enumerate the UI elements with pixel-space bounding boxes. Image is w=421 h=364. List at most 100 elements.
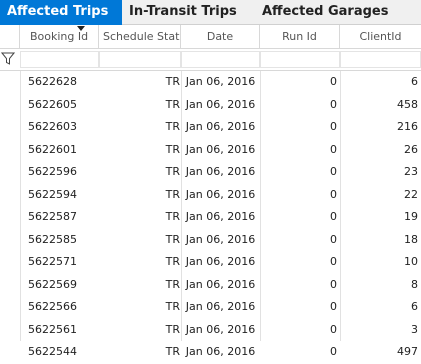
cell-booking-id: 5622544 bbox=[28, 345, 77, 358]
affected-trips-grid: Booking Id Schedule Status Date Run Id C… bbox=[0, 25, 421, 358]
tab-bar: Affected Trips In-Transit Trips Affected… bbox=[0, 0, 421, 25]
cell-date: Jan 06, 2016 bbox=[185, 345, 256, 358]
cell-schedule-status: TR bbox=[165, 142, 180, 156]
cell-client-id: 458 bbox=[397, 97, 418, 111]
cell-run-id: 0 bbox=[330, 277, 337, 291]
sort-descending-icon bbox=[77, 26, 85, 31]
cell-schedule-status: TR bbox=[165, 345, 180, 358]
cell-client-id: 23 bbox=[404, 165, 418, 178]
cell-run-id: 0 bbox=[330, 97, 337, 111]
cell-schedule-status: TR bbox=[165, 277, 180, 291]
column-header-label: Date bbox=[206, 30, 234, 43]
table-row[interactable]: 5622594 TR Jan 06, 2016 0 22 bbox=[0, 184, 421, 207]
cell-booking-id: 5622603 bbox=[28, 120, 77, 133]
cell-booking-id: 5622605 bbox=[28, 97, 77, 111]
filter-row bbox=[0, 49, 421, 71]
grid-body: 5622628 TR Jan 06, 2016 0 6 5622605 TR Jan 06, … bbox=[0, 71, 421, 364]
column-header-booking-id[interactable]: Booking Id bbox=[20, 25, 99, 49]
header-spacer bbox=[0, 25, 20, 49]
cell-date: Jan 06, 2016 bbox=[185, 97, 256, 111]
cell-client-id: 26 bbox=[404, 142, 418, 156]
cell-run-id: 0 bbox=[330, 75, 337, 88]
cell-client-id: 22 bbox=[404, 187, 418, 201]
column-header-run-id[interactable]: Run Id bbox=[260, 25, 340, 49]
cell-client-id: 6 bbox=[411, 300, 418, 313]
filter-icon[interactable] bbox=[1, 52, 15, 66]
grid-header: Booking Id Schedule Status Date Run Id C… bbox=[0, 25, 421, 49]
cell-date: Jan 06, 2016 bbox=[185, 277, 256, 291]
cell-schedule-status: TR bbox=[165, 232, 180, 246]
table-row[interactable]: 5622596 TR Jan 06, 2016 0 23 bbox=[0, 161, 421, 184]
cell-date: Jan 06, 2016 bbox=[185, 300, 256, 313]
tab-label: Affected Trips bbox=[7, 4, 109, 19]
filter-input-schedule-status[interactable] bbox=[99, 51, 181, 68]
cell-run-id: 0 bbox=[330, 165, 337, 178]
cell-run-id: 0 bbox=[330, 120, 337, 133]
table-row[interactable]: 5622628 TR Jan 06, 2016 0 6 bbox=[0, 71, 421, 94]
table-row[interactable]: 5622585 TR Jan 06, 2016 0 18 bbox=[0, 229, 421, 252]
table-row[interactable]: 5622587 TR Jan 06, 2016 0 19 bbox=[0, 206, 421, 229]
cell-schedule-status: TR bbox=[165, 75, 180, 88]
cell-run-id: 0 bbox=[330, 255, 337, 268]
cell-date: Jan 06, 2016 bbox=[185, 232, 256, 246]
cell-booking-id: 5622596 bbox=[28, 165, 77, 178]
tab-affected-trips[interactable]: Affected Trips bbox=[0, 0, 122, 25]
table-row[interactable]: 5622571 TR Jan 06, 2016 0 10 bbox=[0, 251, 421, 274]
cell-schedule-status: TR bbox=[165, 255, 180, 268]
column-header-date[interactable]: Date bbox=[181, 25, 260, 49]
column-header-client-id[interactable]: ClientId bbox=[340, 25, 421, 49]
table-row[interactable]: 5622569 TR Jan 06, 2016 0 8 bbox=[0, 274, 421, 297]
cell-schedule-status: TR bbox=[165, 300, 180, 313]
filter-input-client-id[interactable] bbox=[340, 51, 421, 68]
cell-client-id: 6 bbox=[411, 75, 418, 88]
cell-run-id: 0 bbox=[330, 210, 337, 223]
table-row[interactable]: 5622601 TR Jan 06, 2016 0 26 bbox=[0, 139, 421, 162]
cell-schedule-status: TR bbox=[165, 97, 180, 111]
cell-client-id: 8 bbox=[411, 277, 418, 291]
column-header-label: Run Id bbox=[282, 30, 317, 43]
cell-run-id: 0 bbox=[330, 142, 337, 156]
cell-client-id: 497 bbox=[397, 345, 418, 358]
cell-schedule-status: TR bbox=[165, 210, 180, 223]
cell-client-id: 10 bbox=[404, 255, 418, 268]
column-header-label: Booking Id bbox=[29, 30, 89, 43]
tab-affected-garages[interactable]: Affected Garages bbox=[256, 0, 406, 25]
table-row[interactable]: 5622603 TR Jan 06, 2016 0 216 bbox=[0, 116, 421, 139]
cell-schedule-status: TR bbox=[165, 120, 180, 133]
cell-date: Jan 06, 2016 bbox=[185, 255, 256, 268]
cell-booking-id: 5622566 bbox=[28, 300, 77, 313]
column-header-schedule-status[interactable]: Schedule Status bbox=[99, 25, 181, 49]
cell-date: Jan 06, 2016 bbox=[185, 75, 256, 88]
filter-input-date[interactable] bbox=[181, 51, 260, 68]
cell-run-id: 0 bbox=[330, 232, 337, 246]
cell-booking-id: 5622569 bbox=[28, 277, 77, 291]
filter-input-run-id[interactable] bbox=[260, 51, 340, 68]
cell-date: Jan 06, 2016 bbox=[185, 187, 256, 201]
cell-booking-id: 5622628 bbox=[28, 75, 77, 88]
tab-in-transit-trips[interactable]: In-Transit Trips bbox=[122, 0, 250, 25]
cell-date: Jan 06, 2016 bbox=[185, 120, 256, 133]
cell-client-id: 18 bbox=[404, 232, 418, 246]
filter-input-booking-id[interactable] bbox=[20, 51, 99, 68]
cell-date: Jan 06, 2016 bbox=[185, 165, 256, 178]
table-row[interactable]: 5622566 TR Jan 06, 2016 0 6 bbox=[0, 296, 421, 319]
cell-client-id: 19 bbox=[404, 210, 418, 223]
cell-run-id: 0 bbox=[330, 187, 337, 201]
cell-run-id: 0 bbox=[330, 322, 337, 336]
cell-booking-id: 5622571 bbox=[28, 255, 77, 268]
tab-label: Affected Garages bbox=[262, 4, 389, 19]
table-row[interactable]: 5622544 TR Jan 06, 2016 0 497 bbox=[0, 341, 421, 364]
tab-label: In-Transit Trips bbox=[129, 4, 237, 19]
table-row[interactable]: 5622561 TR Jan 06, 2016 0 3 bbox=[0, 319, 421, 342]
column-header-label: Schedule Status bbox=[103, 30, 180, 43]
cell-run-id: 0 bbox=[330, 345, 337, 358]
cell-booking-id: 5622587 bbox=[28, 210, 77, 223]
table-row[interactable]: 5622605 TR Jan 06, 2016 0 458 bbox=[0, 94, 421, 117]
cell-date: Jan 06, 2016 bbox=[185, 322, 256, 336]
cell-booking-id: 5622585 bbox=[28, 232, 77, 246]
cell-schedule-status: TR bbox=[165, 165, 180, 178]
cell-client-id: 3 bbox=[411, 322, 418, 336]
cell-booking-id: 5622561 bbox=[28, 322, 77, 336]
cell-client-id: 216 bbox=[397, 120, 418, 133]
cell-date: Jan 06, 2016 bbox=[185, 210, 256, 223]
